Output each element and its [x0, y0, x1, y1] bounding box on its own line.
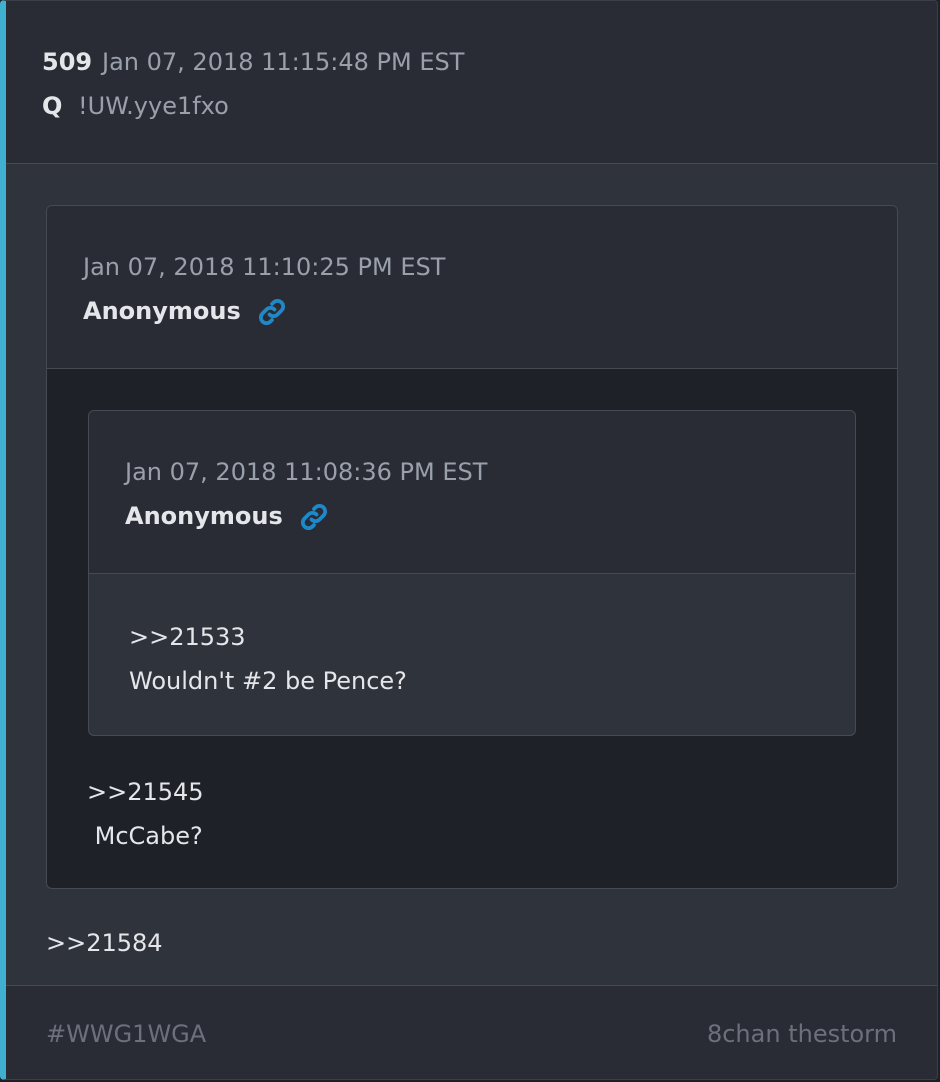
quoted-reply-reference[interactable]: >>21545 — [87, 778, 204, 806]
post-footer: #WWG1WGA 8chan thestorm — [6, 985, 937, 1079]
post-author: Q — [42, 92, 63, 120]
post-tripcode: !UW.yye1fxo — [78, 92, 229, 120]
quoted-post-date: Jan 07, 2018 11:10:25 PM EST — [83, 253, 446, 281]
nested-quoted-post-date: Jan 07, 2018 11:08:36 PM EST — [125, 458, 488, 486]
nested-reply-reference[interactable]: >>21533 — [129, 623, 246, 651]
post-date: Jan 07, 2018 11:15:48 PM EST — [102, 48, 465, 76]
post-header: 509 Jan 07, 2018 11:15:48 PM EST Q !UW.y… — [6, 1, 937, 164]
quoted-post-text: McCabe? — [87, 822, 203, 850]
post-number: 509 — [42, 48, 93, 76]
nested-quoted-post-author: Anonymous — [125, 502, 283, 530]
source-board: 8chan thestorm — [706, 1020, 897, 1048]
link-icon[interactable] — [299, 502, 329, 532]
nested-quoted-post-header: Jan 07, 2018 11:08:36 PM EST Anonymous — [89, 411, 855, 574]
q-post-card: 509 Jan 07, 2018 11:15:48 PM EST Q !UW.y… — [0, 0, 938, 1080]
nested-quoted-post: Jan 07, 2018 11:08:36 PM EST Anonymous >… — [88, 410, 856, 736]
hashtag: #WWG1WGA — [46, 1020, 207, 1048]
quoted-post-header: Jan 07, 2018 11:10:25 PM EST Anonymous — [47, 206, 897, 369]
link-icon[interactable] — [257, 297, 287, 327]
quoted-post: Jan 07, 2018 11:10:25 PM EST Anonymous J… — [46, 205, 898, 889]
nested-post-text: Wouldn't #2 be Pence? — [129, 667, 407, 695]
quoted-post-author: Anonymous — [83, 297, 241, 325]
post-reply-reference[interactable]: >>21584 — [46, 929, 163, 957]
